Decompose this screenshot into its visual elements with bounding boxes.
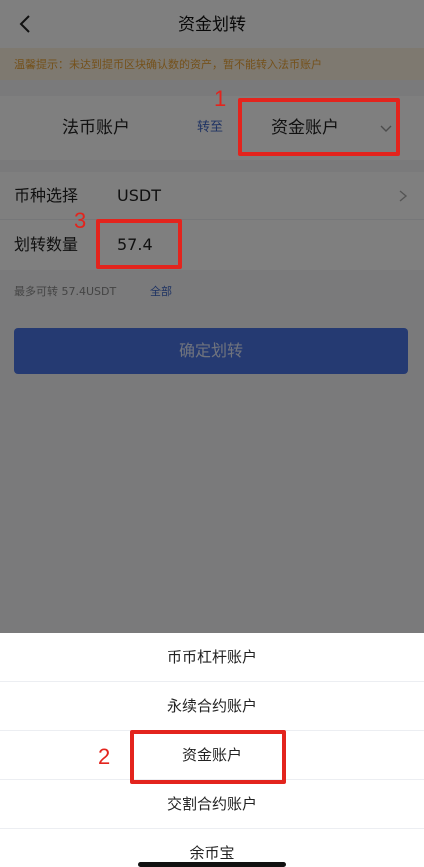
sheet-item-perpetual[interactable]: 永续合约账户 <box>0 682 424 731</box>
annotation-number-1: 1 <box>214 86 227 111</box>
highlight-box-2 <box>130 730 286 784</box>
sheet-item-futures[interactable]: 交割合约账户 <box>0 780 424 829</box>
annotation-number-2: 2 <box>98 744 111 769</box>
sheet-item-margin[interactable]: 币币杠杆账户 <box>0 633 424 682</box>
annotation-number-3: 3 <box>74 208 87 233</box>
highlight-box-3 <box>96 219 182 269</box>
highlight-box-1 <box>238 98 400 156</box>
home-indicator <box>138 862 286 867</box>
